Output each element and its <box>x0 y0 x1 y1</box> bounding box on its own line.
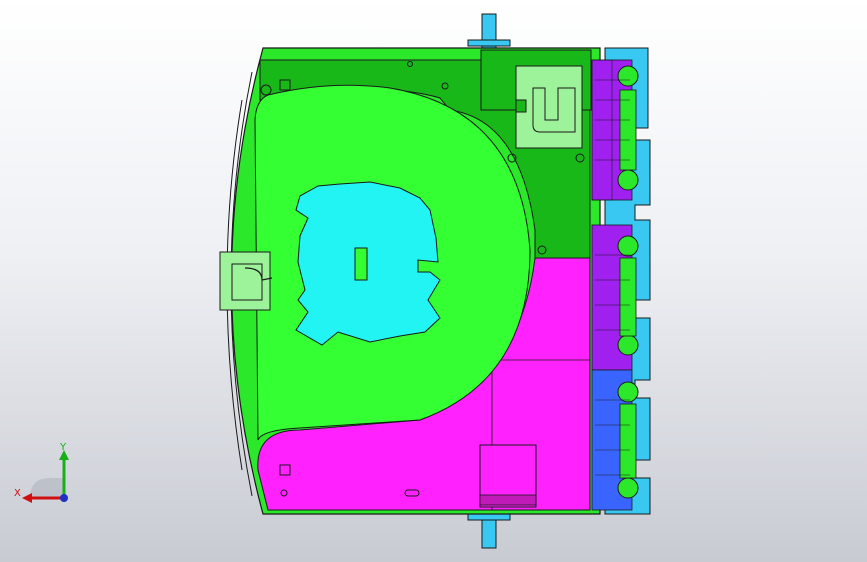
center-hub[interactable] <box>295 181 441 346</box>
gear-stack-middle[interactable] <box>591 224 639 371</box>
bottom-pin[interactable] <box>467 511 511 549</box>
triad-base-icon <box>30 478 64 498</box>
upper-pocket[interactable] <box>515 65 583 149</box>
z-axis-dot-icon <box>60 494 68 502</box>
axis-triad: Y X <box>14 442 69 503</box>
y-axis-label: Y <box>59 442 67 453</box>
x-axis-label: X <box>14 488 21 499</box>
top-pin[interactable] <box>467 13 511 51</box>
cad-viewport[interactable]: Y X <box>0 0 867 562</box>
cad-model-view[interactable] <box>0 0 867 562</box>
x-axis-arrow-icon <box>22 493 32 503</box>
gear-stack-lower[interactable] <box>591 369 639 511</box>
gear-stack-upper[interactable] <box>591 59 639 201</box>
left-latch[interactable] <box>219 251 273 311</box>
